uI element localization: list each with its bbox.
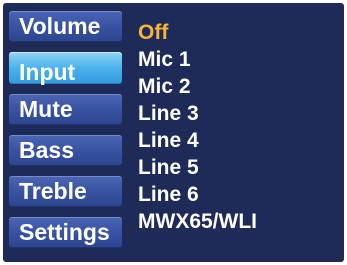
display-screen: Volume Input Mute Bass Treble Settings O…: [3, 3, 344, 262]
input-option-list: Off Mic 1 Mic 2 Line 3 Line 4 Line 5 Lin…: [138, 19, 338, 235]
option-line-4[interactable]: Line 4: [138, 127, 338, 154]
option-line-6[interactable]: Line 6: [138, 181, 338, 208]
menu-button-bass[interactable]: Bass: [9, 135, 122, 166]
side-menu: Volume Input Mute Bass Treble Settings: [9, 11, 122, 248]
option-mic-1[interactable]: Mic 1: [138, 46, 338, 73]
menu-button-input[interactable]: Input: [9, 52, 122, 85]
option-mwx65-wli[interactable]: MWX65/WLI: [138, 208, 338, 235]
option-line-5[interactable]: Line 5: [138, 154, 338, 181]
menu-button-volume[interactable]: Volume: [9, 11, 122, 42]
option-mic-2[interactable]: Mic 2: [138, 73, 338, 100]
option-line-3[interactable]: Line 3: [138, 100, 338, 127]
menu-button-mute[interactable]: Mute: [9, 94, 122, 125]
option-off[interactable]: Off: [138, 19, 338, 46]
menu-button-treble[interactable]: Treble: [9, 176, 122, 207]
menu-button-settings[interactable]: Settings: [9, 217, 122, 248]
